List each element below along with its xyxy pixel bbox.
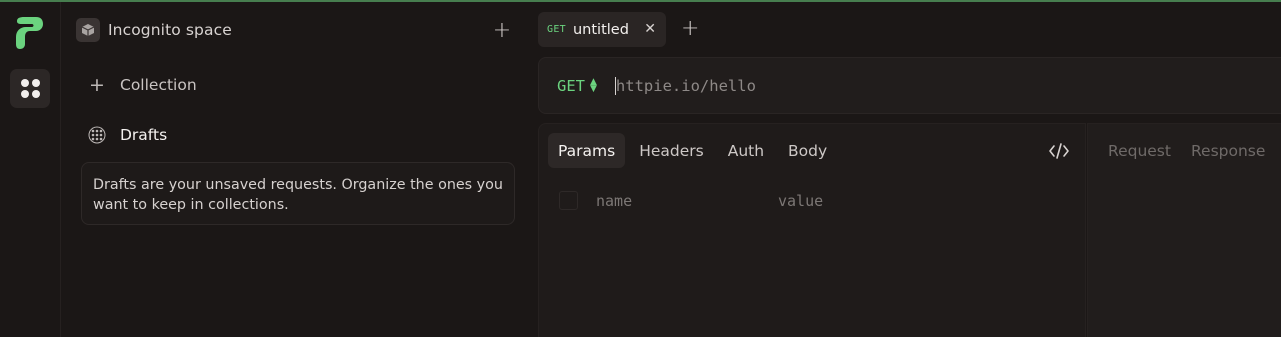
drafts-hint: Drafts are your unsaved requests. Organi… [81, 162, 515, 225]
httpie-logo-icon[interactable] [14, 17, 44, 49]
tab-method-badge: GET [547, 24, 566, 35]
cube-icon [76, 18, 100, 42]
add-collection-plus-icon[interactable]: + [490, 18, 514, 43]
tab-untitled[interactable]: GET untitled ✕ [538, 12, 666, 47]
app-rail [0, 2, 61, 337]
sidebar-item-drafts[interactable]: Drafts [88, 123, 167, 147]
request-tabs: Params Headers Auth Body [548, 133, 837, 168]
response-panel: Request Response [1087, 123, 1281, 337]
drafts-grid-icon [88, 126, 106, 144]
sidebar-item-collection[interactable]: + Collection [88, 73, 197, 97]
sidebar-item-label: Collection [120, 76, 197, 94]
code-icon[interactable] [1048, 142, 1070, 160]
workspaces-button[interactable] [10, 69, 50, 108]
tab-params[interactable]: Params [548, 133, 626, 168]
url-bar: GET ▲ ▼ [538, 57, 1281, 114]
main-area: GET untitled ✕ + GET ▲▼ Params Headers A… [529, 2, 1281, 337]
param-row [559, 191, 978, 210]
method-selector[interactable]: GET [557, 77, 585, 95]
tab-headers[interactable]: Headers [629, 133, 714, 168]
param-enabled-checkbox[interactable] [559, 191, 578, 210]
request-panel: Params Headers Auth Body [538, 123, 1086, 337]
tab-title: untitled [572, 21, 629, 38]
param-name-input[interactable] [596, 191, 778, 210]
tab-body[interactable]: Body [778, 133, 837, 168]
new-tab-plus-icon[interactable]: + [681, 17, 699, 41]
tab-auth[interactable]: Auth [718, 133, 774, 168]
response-tabs: Request Response [1108, 142, 1265, 160]
space-name: Incognito space [108, 21, 232, 39]
apps-grid-icon [20, 79, 40, 98]
space-selector[interactable]: Incognito space [76, 17, 232, 43]
plus-icon: + [89, 74, 105, 96]
sidebar: Incognito space + + Collection Drafts Dr… [62, 2, 529, 337]
updown-chevron-icon[interactable]: ▲ ▼ [590, 77, 597, 93]
url-input[interactable] [614, 76, 1115, 95]
tab-response[interactable]: Response [1191, 142, 1265, 160]
sidebar-item-label: Drafts [120, 126, 168, 144]
tab-request[interactable]: Request [1108, 142, 1171, 160]
param-value-input[interactable] [778, 191, 978, 210]
close-icon[interactable]: ✕ [644, 21, 656, 37]
